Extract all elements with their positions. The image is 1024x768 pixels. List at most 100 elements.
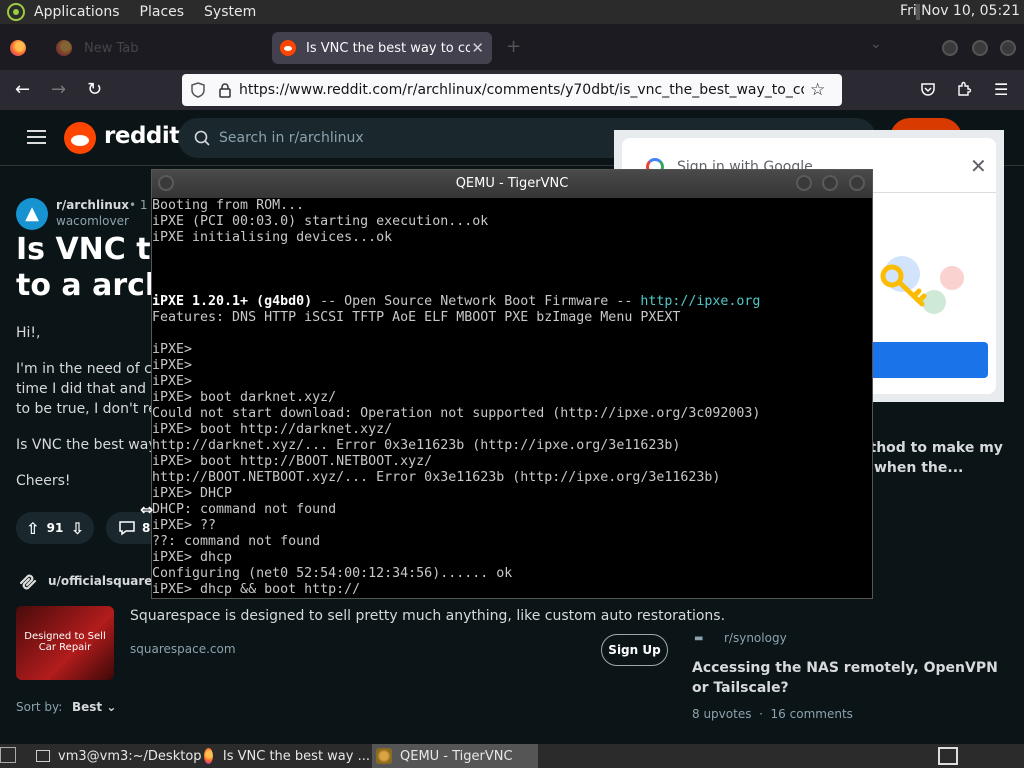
vnc-maximize-button[interactable] (822, 175, 838, 191)
shield-icon[interactable] (191, 82, 205, 98)
synology-subreddit-icon: ▬ (694, 633, 704, 644)
console-line: Booting from ROM... (152, 198, 872, 214)
workspace-switcher-icon[interactable] (938, 747, 958, 765)
reddit-menu-icon[interactable] (27, 130, 46, 144)
post-greeting: Hi!, (16, 325, 41, 341)
bottom-taskbar: vm3@vm3:~/Desktop Is VNC the best way ..… (0, 744, 1024, 768)
post-signoff: Cheers! (16, 473, 71, 489)
reddit-wordmark[interactable]: reddit (104, 123, 180, 149)
subreddit-link[interactable]: r/archlinux (56, 198, 129, 212)
squarespace-logo-icon[interactable] (16, 570, 40, 594)
pocket-icon[interactable] (920, 81, 936, 97)
console-line: iPXE 1.20.1+ (g4bd0) -- Open Source Netw… (152, 294, 872, 310)
panel-clock[interactable]: Fri Nov 10, 05:21 (900, 3, 1020, 19)
distro-logo-icon[interactable] (7, 3, 25, 21)
sort-label: Sort by: (16, 700, 63, 714)
console-line-text: DHCP: command not found (152, 502, 337, 517)
hamburger-menu-icon[interactable]: ☰ (994, 80, 1008, 100)
window-menu-button[interactable] (158, 175, 174, 191)
vnc-titlebar[interactable]: QEMU - TigerVNC (152, 170, 872, 198)
taskbar-item-firefox[interactable]: Is VNC the best way ... (204, 744, 370, 768)
reddit-logo-icon[interactable] (64, 122, 96, 154)
tab-list-chevron-icon[interactable]: ⌄ (870, 36, 882, 52)
vnc-minimize-button[interactable] (796, 175, 812, 191)
taskbar-item-terminal[interactable]: vm3@vm3:~/Desktop (36, 744, 202, 768)
related-subreddit[interactable]: r/synology (724, 631, 787, 645)
console-line-text: ??: command not found (152, 534, 321, 549)
console-line: http://darknet.xyz/... Error 0x3e11623b … (152, 438, 872, 454)
taskbar-item-tigervnc[interactable]: QEMU - TigerVNC (372, 744, 538, 768)
console-line-text: iPXE> boot darknet.xyz/ (152, 390, 337, 405)
ad-domain[interactable]: squarespace.com (130, 642, 236, 656)
console-line: Configuring (net0 52:54:00:12:34:56)....… (152, 566, 872, 582)
forward-arrow-icon[interactable]: → (51, 80, 66, 100)
signup-button[interactable]: Sign Up (601, 634, 668, 666)
taskbar-item-label: Is VNC the best way ... (222, 748, 370, 764)
tab-label: Is VNC the best way to conn (306, 40, 470, 56)
related-post-title[interactable]: ethod to make my y when the... (860, 438, 1003, 478)
console-line-text: iPXE (PCI 00:03.0) starting execution...… (152, 214, 489, 229)
console-line-text: iPXE> boot http://darknet.xyz/ (152, 422, 393, 437)
new-tab-plus-icon[interactable]: + (506, 36, 521, 57)
console-line-text: iPXE> (152, 358, 193, 373)
lock-icon[interactable] (219, 82, 231, 98)
back-arrow-icon[interactable]: ← (15, 80, 30, 100)
top-panel: Applications Places System Fri Nov 10, 0… (0, 0, 1024, 24)
url-text[interactable]: https://www.reddit.com/r/archlinux/comme… (239, 82, 804, 98)
console-line: iPXE> ?? (152, 518, 872, 534)
console-line: iPXE initialising devices...ok (152, 230, 872, 246)
console-line: ??: command not found (152, 534, 872, 550)
console-line: iPXE> boot http://BOOT.NETBOOT.xyz/ (152, 454, 872, 470)
taskbar-item-label: QEMU - TigerVNC (400, 748, 513, 764)
tab-reddit-post[interactable]: Is VNC the best way to conn ✕ (272, 32, 492, 64)
related-upvotes: 8 upvotes (692, 707, 752, 721)
window-close-button[interactable] (1000, 40, 1016, 56)
terminal-icon (36, 750, 50, 762)
system-menu[interactable]: System (204, 4, 256, 20)
resize-cursor-icon: ⇔ (140, 500, 154, 519)
tigervnc-window[interactable]: QEMU - TigerVNC Booting from ROM... iPXE … (151, 169, 873, 599)
bookmark-star-icon[interactable]: ☆ (810, 80, 825, 100)
window-maximize-button[interactable] (972, 40, 988, 56)
applications-menu[interactable]: Applications (34, 4, 120, 20)
reload-icon[interactable]: ↻ (87, 80, 102, 100)
post-body-line: to be true, I don't reall (16, 401, 174, 417)
window-minimize-button[interactable] (942, 40, 958, 56)
sort-dropdown[interactable]: Best ⌄ (72, 700, 116, 714)
tab-new-tab[interactable]: New Tab (48, 32, 264, 64)
vnc-close-button[interactable] (849, 175, 865, 191)
console-line-text: iPXE initialising devices...ok (152, 230, 393, 245)
close-icon[interactable]: ✕ (970, 154, 987, 178)
firefox-icon (204, 748, 213, 764)
console-link: http://ipxe.org (640, 294, 761, 309)
places-menu[interactable]: Places (140, 4, 185, 20)
chevron-down-icon: ⌄ (106, 700, 117, 714)
ipxe-console[interactable]: Booting from ROM... iPXE (PCI 00:03.0) st… (152, 198, 872, 598)
console-line: iPXE (PCI 00:03.0) starting execution...… (152, 214, 872, 230)
console-line-text: Features: DNS HTTP iSCSI TFTP AoE ELF MB… (152, 310, 681, 325)
downvote-arrow-icon[interactable]: ⇩ (71, 519, 84, 538)
firefox-icon (56, 40, 72, 56)
ad-text[interactable]: Squarespace is designed to sell pretty m… (130, 608, 725, 624)
post-question: Is VNC the best way t (16, 437, 167, 453)
extensions-icon[interactable] (956, 81, 972, 97)
console-line-text: iPXE> (152, 342, 193, 357)
console-line: iPXE> dhcp (152, 550, 872, 566)
upvote-arrow-icon[interactable]: ⇧ (26, 519, 39, 538)
console-line-text: Configuring (net0 52:54:00:12:34:56)....… (152, 566, 513, 581)
related-post-title[interactable]: Accessing the NAS remotely, OpenVPN or T… (692, 658, 1012, 698)
post-author[interactable]: wacomlover (56, 214, 129, 228)
tab-label: New Tab (84, 40, 139, 56)
related-comments: 16 comments (770, 707, 853, 721)
sort-value: Best (72, 700, 103, 714)
url-bar[interactable]: https://www.reddit.com/r/archlinux/comme… (182, 74, 842, 106)
console-line: iPXE> dhcp && boot http:// (152, 582, 872, 598)
archlinux-subreddit-icon[interactable]: ▲ (16, 198, 48, 230)
tab-close-icon[interactable]: ✕ (471, 39, 484, 57)
firefox-view-button[interactable] (10, 32, 30, 64)
ad-image[interactable]: Designed to Sell Car Repair (16, 606, 114, 680)
show-desktop-icon[interactable] (0, 747, 16, 763)
